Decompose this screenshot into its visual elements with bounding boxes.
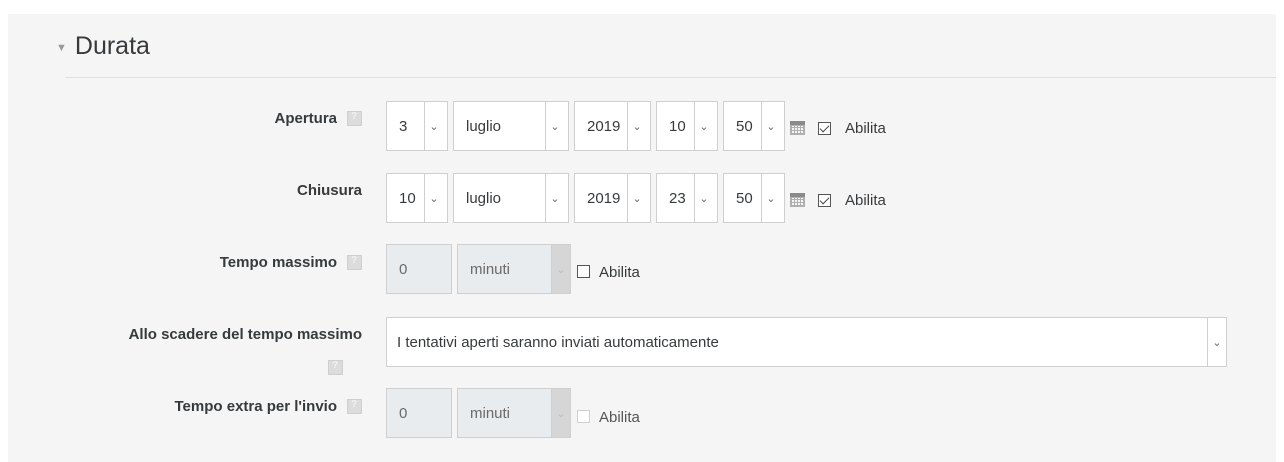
apertura-year-value: 2019 <box>587 118 621 135</box>
chiusura-minute-select[interactable]: 50 ⌄ <box>723 173 785 223</box>
chiusura-year-select[interactable]: 2019 ⌄ <box>574 173 651 223</box>
chevron-down-icon: ⌄ <box>551 245 570 293</box>
apertura-month-select[interactable]: luglio ⌄ <box>453 101 569 151</box>
chevron-down-icon: ⌄ <box>424 102 443 150</box>
tempo-extra-value: 0 <box>399 405 408 422</box>
chevron-down-icon: ⌄ <box>694 174 713 222</box>
apertura-hour-select[interactable]: 10 ⌄ <box>656 101 718 151</box>
tempo-massimo-enable-checkbox[interactable] <box>577 265 590 278</box>
chevron-down-icon: ⌄ <box>627 102 646 150</box>
apertura-enable-checkbox[interactable] <box>818 122 831 135</box>
chiusura-month-value: luglio <box>466 190 502 207</box>
tempo-extra-unit-value: minuti <box>470 405 511 422</box>
tempo-extra-input[interactable]: 0 <box>386 388 452 438</box>
tempo-massimo-label: Tempo massimo <box>220 254 362 271</box>
chevron-down-icon: ⌄ <box>694 102 713 150</box>
apertura-label-text: Apertura <box>274 110 337 127</box>
tempo-extra-label-text: Tempo extra per l'invio <box>174 398 338 415</box>
tempo-massimo-label-text: Tempo massimo <box>219 254 337 271</box>
chevron-down-icon: ⌄ <box>761 102 780 150</box>
chiusura-enable-checkbox[interactable] <box>818 194 831 207</box>
tempo-extra-enable-label[interactable]: Abilita <box>599 409 640 426</box>
chiusura-label: Chiusura <box>297 182 362 199</box>
scadenza-select[interactable]: I tentativi aperti saranno inviati autom… <box>386 317 1227 367</box>
scadenza-label-text: Allo scadere del tempo massimo <box>128 326 362 343</box>
chiusura-label-text: Chiusura <box>296 182 362 199</box>
apertura-hour-value: 10 <box>669 118 686 135</box>
chevron-down-icon: ⌄ <box>551 389 570 437</box>
apertura-year-select[interactable]: 2019 ⌄ <box>574 101 651 151</box>
tempo-massimo-unit-select[interactable]: minuti ⌄ <box>457 244 571 294</box>
chiusura-day-value: 10 <box>399 190 416 207</box>
help-icon[interactable] <box>347 254 362 270</box>
tempo-massimo-unit-value: minuti <box>470 261 511 278</box>
chiusura-hour-value: 23 <box>669 190 686 207</box>
apertura-enable-label[interactable]: Abilita <box>845 120 886 137</box>
chiusura-hour-select[interactable]: 23 ⌄ <box>656 173 718 223</box>
chevron-down-icon: ⌄ <box>545 102 564 150</box>
tempo-massimo-value: 0 <box>399 261 408 278</box>
scadenza-selected-value: I tentativi aperti saranno inviati autom… <box>397 334 719 351</box>
apertura-month-value: luglio <box>466 118 502 135</box>
help-icon[interactable] <box>328 360 343 375</box>
tempo-extra-unit-select[interactable]: minuti ⌄ <box>457 388 571 438</box>
section-divider <box>65 77 1276 78</box>
section-title: Durata <box>74 32 150 60</box>
calendar-icon[interactable] <box>790 121 805 135</box>
help-icon[interactable] <box>347 398 362 414</box>
apertura-label: Apertura <box>274 110 362 127</box>
chevron-down-icon: ⌄ <box>761 174 780 222</box>
apertura-day-select[interactable]: 3 ⌄ <box>386 101 448 151</box>
apertura-minute-select[interactable]: 50 ⌄ <box>723 101 785 151</box>
chevron-down-icon: ⌄ <box>1207 318 1226 366</box>
chevron-down-icon: ⌄ <box>627 174 646 222</box>
tempo-massimo-enable-label[interactable]: Abilita <box>599 264 640 281</box>
scadenza-label: Allo scadere del tempo massimo <box>129 326 362 343</box>
tempo-extra-label: Tempo extra per l'invio <box>174 398 362 415</box>
chevron-down-icon: ⌄ <box>424 174 443 222</box>
chiusura-month-select[interactable]: luglio ⌄ <box>453 173 569 223</box>
chiusura-day-select[interactable]: 10 ⌄ <box>386 173 448 223</box>
chevron-down-icon: ⌄ <box>545 174 564 222</box>
collapse-triangle-icon[interactable]: ▼ <box>56 42 67 54</box>
calendar-icon[interactable] <box>790 193 805 207</box>
section-header[interactable]: ▼ Durata <box>56 32 150 61</box>
tempo-extra-enable-checkbox[interactable] <box>577 410 590 423</box>
tempo-massimo-input[interactable]: 0 <box>386 244 452 294</box>
chiusura-enable-label[interactable]: Abilita <box>845 192 886 209</box>
chiusura-year-value: 2019 <box>587 190 621 207</box>
help-icon[interactable] <box>347 110 362 126</box>
duration-fieldset <box>8 14 1276 462</box>
chiusura-minute-value: 50 <box>736 190 753 207</box>
apertura-minute-value: 50 <box>736 118 753 135</box>
apertura-day-value: 3 <box>399 118 408 135</box>
